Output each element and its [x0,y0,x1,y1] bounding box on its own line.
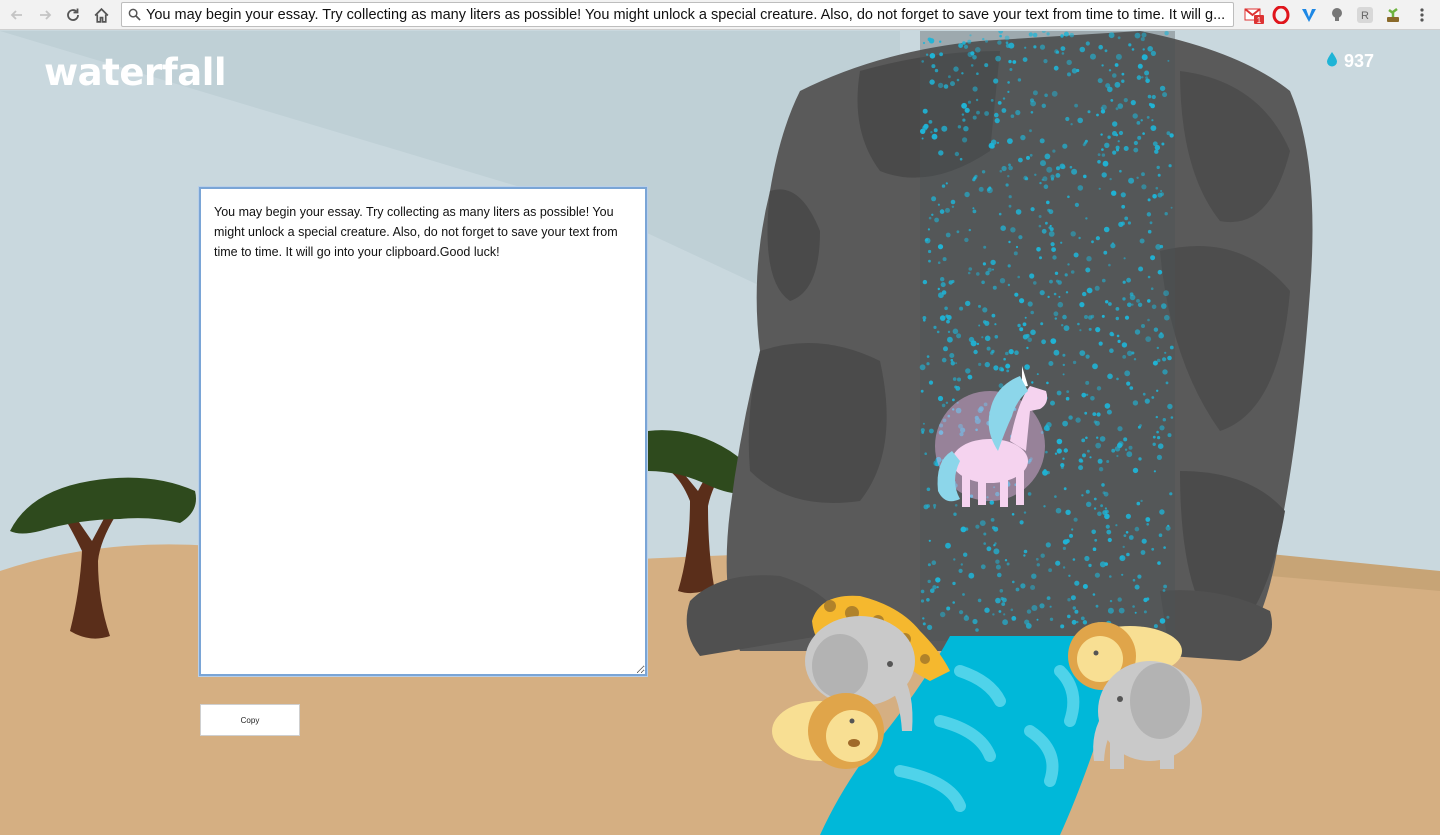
copy-button[interactable]: Copy [200,704,300,736]
menu-icon[interactable] [1412,5,1432,25]
waterfall-scene: waterfall 937 You may begin your essay. … [0,31,1440,835]
browser-toolbar: You may begin your essay. Try collecting… [0,0,1440,30]
forward-icon[interactable] [34,4,56,26]
plant-icon[interactable] [1383,5,1403,25]
reload-icon[interactable] [62,4,84,26]
liter-counter: 937 [1326,51,1374,72]
search-icon [122,8,146,21]
extension-v-icon[interactable] [1299,5,1319,25]
bulb-icon[interactable] [1327,5,1347,25]
gmail-badge: 1 [1257,16,1262,25]
home-icon[interactable] [90,4,112,26]
water-drop-icon [1326,51,1338,72]
essay-textarea[interactable]: You may begin your essay. Try collecting… [201,189,645,674]
waterfall-spray [919,31,1175,641]
essay-editor[interactable]: You may begin your essay. Try collecting… [199,187,647,676]
gmail-icon[interactable]: 1 [1244,5,1264,25]
opera-icon[interactable] [1271,5,1291,25]
svg-text:R: R [1361,10,1369,22]
address-bar[interactable]: You may begin your essay. Try collecting… [121,2,1234,27]
app-logo: waterfall [44,51,227,94]
address-text: You may begin your essay. Try collecting… [146,6,1226,23]
back-icon[interactable] [6,4,28,26]
liter-count: 937 [1344,51,1375,71]
r-icon[interactable]: R [1355,5,1375,25]
